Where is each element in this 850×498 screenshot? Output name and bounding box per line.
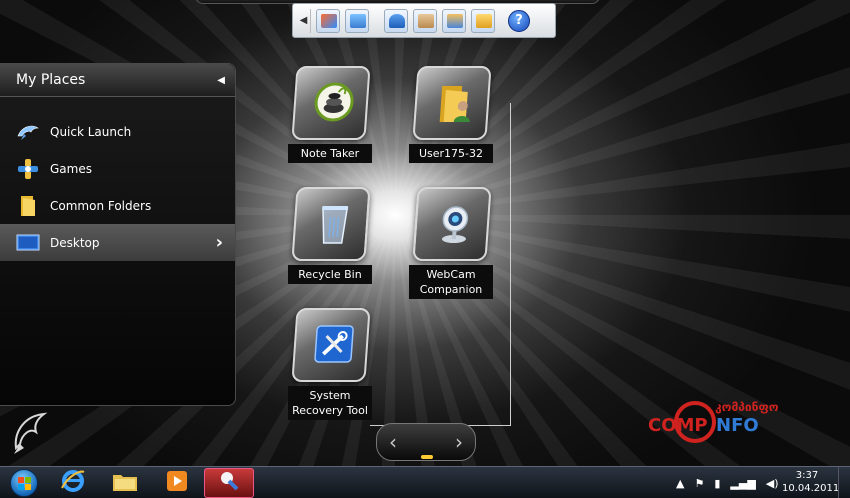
toolbar-collapse-button[interactable]: ◀ xyxy=(297,8,311,33)
tile-frame xyxy=(412,187,492,261)
media-player-icon xyxy=(165,469,189,497)
webcam-icon xyxy=(434,203,477,245)
windows-logo-icon xyxy=(10,469,38,497)
my-places-panel: My Places ◀ Quick Launch Games Common Fo… xyxy=(0,63,236,406)
tile-label: Note Taker xyxy=(288,144,372,163)
hand-icon xyxy=(418,13,434,28)
page-indicator xyxy=(421,455,433,459)
desktop-tile-system-recovery[interactable]: System Recovery Tool xyxy=(288,308,380,420)
nav-item-common-folders[interactable]: Common Folders xyxy=(0,187,235,224)
help-button[interactable]: ? xyxy=(508,9,530,32)
panel-title: My Places xyxy=(16,72,86,88)
page-navigator: ‹ › xyxy=(376,423,476,461)
content-frame-edge xyxy=(510,103,511,425)
recycle-bin-icon xyxy=(313,203,356,245)
logo-text-left: COMP xyxy=(648,415,708,436)
nav-item-label: Desktop xyxy=(50,235,100,250)
tile-label: Recycle Bin xyxy=(288,265,372,284)
tile-label: System Recovery Tool xyxy=(288,386,372,420)
desktop-icon xyxy=(16,231,40,255)
nav-item-games[interactable]: Games xyxy=(0,150,235,187)
toolbar-transfer-button[interactable] xyxy=(316,8,340,33)
show-hidden-icons-icon[interactable]: ▲ xyxy=(676,477,684,490)
tile-label: WebCam Companion xyxy=(409,265,493,299)
help-icon: ? xyxy=(515,13,523,28)
note-taker-icon xyxy=(313,82,356,124)
action-center-flag-icon[interactable]: ⚑ xyxy=(694,477,704,490)
chevron-right-icon: › xyxy=(215,232,223,253)
power-icon[interactable]: ▮ xyxy=(714,477,720,490)
start-button[interactable] xyxy=(4,467,44,498)
games-icon xyxy=(16,157,40,181)
previous-page-button[interactable]: ‹ xyxy=(389,430,397,454)
dolphin-icon xyxy=(16,120,40,144)
user-check-icon xyxy=(389,13,405,28)
network-signal-icon[interactable]: ▂▄▆ xyxy=(730,477,755,490)
collapse-panel-icon[interactable]: ◀ xyxy=(217,75,225,86)
taskbar-active-app[interactable] xyxy=(204,468,254,498)
clock-date: 10.04.2011 xyxy=(782,483,840,494)
nav-item-desktop[interactable]: Desktop › xyxy=(0,224,235,261)
taskbar-clock[interactable]: 3:37 10.04.2011 xyxy=(782,469,840,495)
desktop-tile-note-taker[interactable]: Note Taker xyxy=(288,66,380,163)
nav-item-label: Games xyxy=(50,161,92,176)
volume-icon[interactable]: ◀) xyxy=(766,477,779,490)
toolbar-folder-arrow-button[interactable] xyxy=(471,8,495,33)
nav-item-label: Quick Launch xyxy=(50,124,132,139)
tile-label: User175-32 xyxy=(409,144,493,163)
desktop-tile-user-folder[interactable]: User175-32 xyxy=(409,66,501,163)
photos-icon xyxy=(350,13,366,28)
logo-text-right: NFO xyxy=(716,415,759,436)
tools-app-icon xyxy=(217,469,241,497)
panel-header: My Places ◀ xyxy=(0,64,235,97)
clock-time: 3:37 xyxy=(795,470,819,481)
desktop-tile-recycle-bin[interactable]: Recycle Bin xyxy=(288,187,380,284)
tile-frame xyxy=(291,308,371,382)
nav-item-label: Common Folders xyxy=(50,198,152,213)
next-page-button[interactable]: › xyxy=(455,430,463,454)
transfer-icon xyxy=(321,13,337,28)
system-recovery-icon xyxy=(313,324,356,366)
toolbar-hand-button[interactable] xyxy=(413,8,437,33)
toolbar-user-check-button[interactable] xyxy=(384,8,408,33)
user-folder-icon xyxy=(434,82,477,124)
internet-explorer-icon xyxy=(60,468,86,498)
desktop-tile-webcam-companion[interactable]: WebCam Companion xyxy=(409,187,501,299)
tile-frame xyxy=(291,187,371,261)
toolbar-users-button[interactable] xyxy=(442,8,466,33)
taskbar-media-player[interactable] xyxy=(152,468,202,498)
toolbar-photos-button[interactable] xyxy=(345,8,369,33)
dolphin-logo-icon[interactable] xyxy=(10,408,50,456)
logo-georgian-text: კომპინფო xyxy=(715,400,779,414)
tile-frame xyxy=(412,66,492,140)
tile-frame xyxy=(291,66,371,140)
system-tray: ▲ ⚑ ▮ ▂▄▆ ◀) xyxy=(676,467,779,498)
compinfo-logo: კომპინფო COMP NFO xyxy=(645,398,779,448)
folder-arrow-icon xyxy=(476,13,492,28)
folder-icon xyxy=(16,194,40,218)
explorer-folder-icon xyxy=(111,469,139,497)
toolbar: ◀ ? xyxy=(292,3,556,38)
taskbar-internet-explorer[interactable] xyxy=(48,468,98,498)
taskbar-windows-explorer[interactable] xyxy=(100,468,150,498)
nav-item-quick-launch[interactable]: Quick Launch xyxy=(0,113,235,150)
show-desktop-button[interactable] xyxy=(838,467,850,498)
taskbar: ▲ ⚑ ▮ ▂▄▆ ◀) 3:37 10.04.2011 xyxy=(0,466,850,498)
users-icon xyxy=(447,13,463,28)
